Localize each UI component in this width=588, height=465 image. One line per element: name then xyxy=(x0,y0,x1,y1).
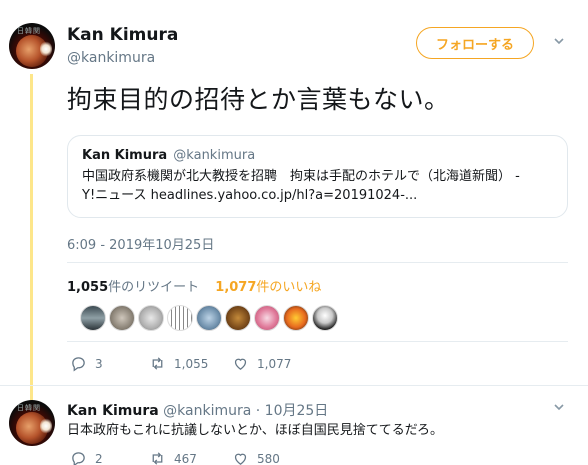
tweet-stats: 1,055件のリツイート 1,077件のいいね xyxy=(67,276,321,295)
chevron-down-icon[interactable] xyxy=(554,402,564,412)
thread-line xyxy=(30,74,33,402)
follow-button[interactable]: フォローする xyxy=(416,27,534,59)
reply-separator: · xyxy=(255,403,261,419)
reply-count: 2 xyxy=(95,451,103,465)
quoted-author-handle: @kankimura xyxy=(173,148,256,163)
tweet-actions: 3 1,055 1,077 xyxy=(70,355,291,372)
divider xyxy=(67,341,568,342)
reply-author-handle[interactable]: @kankimura xyxy=(163,403,251,419)
reply-actions: 2 467 580 xyxy=(70,450,280,465)
like-count: 1,077 xyxy=(257,356,292,371)
quoted-tweet-header: Kan Kimura @kankimura xyxy=(82,148,553,163)
quoted-tweet[interactable]: Kan Kimura @kankimura 中国政府系機関が北大教授を招聘 拘束… xyxy=(67,135,568,218)
reply-button[interactable]: 2 xyxy=(70,450,149,465)
quoted-tweet-body: 中国政府系機関が北大教授を招聘 拘束は手配のホテルで（北海道新聞） - Y!ニュ… xyxy=(82,167,553,205)
quoted-line-1: 中国政府系機関が北大教授を招聘 拘束は手配のホテルで（北海道新聞） - xyxy=(82,169,520,184)
retweet-count: 467 xyxy=(174,451,197,465)
liker-avatar[interactable] xyxy=(283,305,309,331)
heart-icon xyxy=(234,453,247,465)
liker-avatar[interactable] xyxy=(167,305,193,331)
heart-icon xyxy=(234,358,247,370)
retweet-icon xyxy=(152,452,163,465)
liker-avatar[interactable] xyxy=(138,305,164,331)
reply-icon xyxy=(72,452,85,465)
divider xyxy=(67,262,568,263)
author-handle[interactable]: @kankimura xyxy=(67,47,155,66)
avatar-glow xyxy=(40,41,52,57)
author-name[interactable]: Kan Kimura xyxy=(67,25,178,45)
liker-avatar[interactable] xyxy=(225,305,251,331)
reply-author-name[interactable]: Kan Kimura xyxy=(67,403,159,419)
liker-avatars xyxy=(80,305,338,331)
reply-count: 3 xyxy=(95,356,103,371)
reply-text: 日本政府もこれに抗議しないとか、ほぼ自国民見捨ててるだろ。 xyxy=(67,423,443,438)
likes-stat[interactable]: 1,077件のいいね xyxy=(215,280,321,295)
retweets-stat[interactable]: 1,055件のリツイート xyxy=(67,280,199,295)
tweet-timestamp[interactable]: 6:09 - 2019年10月25日 xyxy=(67,234,214,253)
like-count: 580 xyxy=(257,451,280,465)
liker-avatar[interactable] xyxy=(109,305,135,331)
liker-avatar[interactable] xyxy=(254,305,280,331)
avatar[interactable]: 日韓関 xyxy=(9,23,55,69)
retweet-count: 1,055 xyxy=(174,356,209,371)
retweet-button[interactable]: 467 xyxy=(149,450,232,465)
retweet-button[interactable]: 1,055 xyxy=(149,355,232,372)
divider xyxy=(0,385,588,386)
quoted-line-2[interactable]: Y!ニュース headlines.yahoo.co.jp/hl?a=201910… xyxy=(82,186,553,205)
retweet-icon xyxy=(152,357,163,370)
reply-button[interactable]: 3 xyxy=(70,355,149,372)
like-button[interactable]: 580 xyxy=(232,450,280,465)
like-button[interactable]: 1,077 xyxy=(232,355,291,372)
liker-avatar[interactable] xyxy=(80,305,106,331)
liker-avatar[interactable] xyxy=(312,305,338,331)
reply-header: Kan Kimura @kankimura · 10月25日 xyxy=(67,400,328,420)
avatar-glow xyxy=(40,418,52,434)
tweet-text: 拘束目的の招待とか言葉もない。 xyxy=(67,85,450,114)
reply-icon xyxy=(72,357,85,372)
liker-avatar[interactable] xyxy=(196,305,222,331)
reply-avatar[interactable]: 日韓関 xyxy=(9,400,55,446)
reply-date[interactable]: 10月25日 xyxy=(265,403,329,419)
chevron-down-icon[interactable] xyxy=(554,36,564,46)
quoted-author-name: Kan Kimura xyxy=(82,148,168,163)
